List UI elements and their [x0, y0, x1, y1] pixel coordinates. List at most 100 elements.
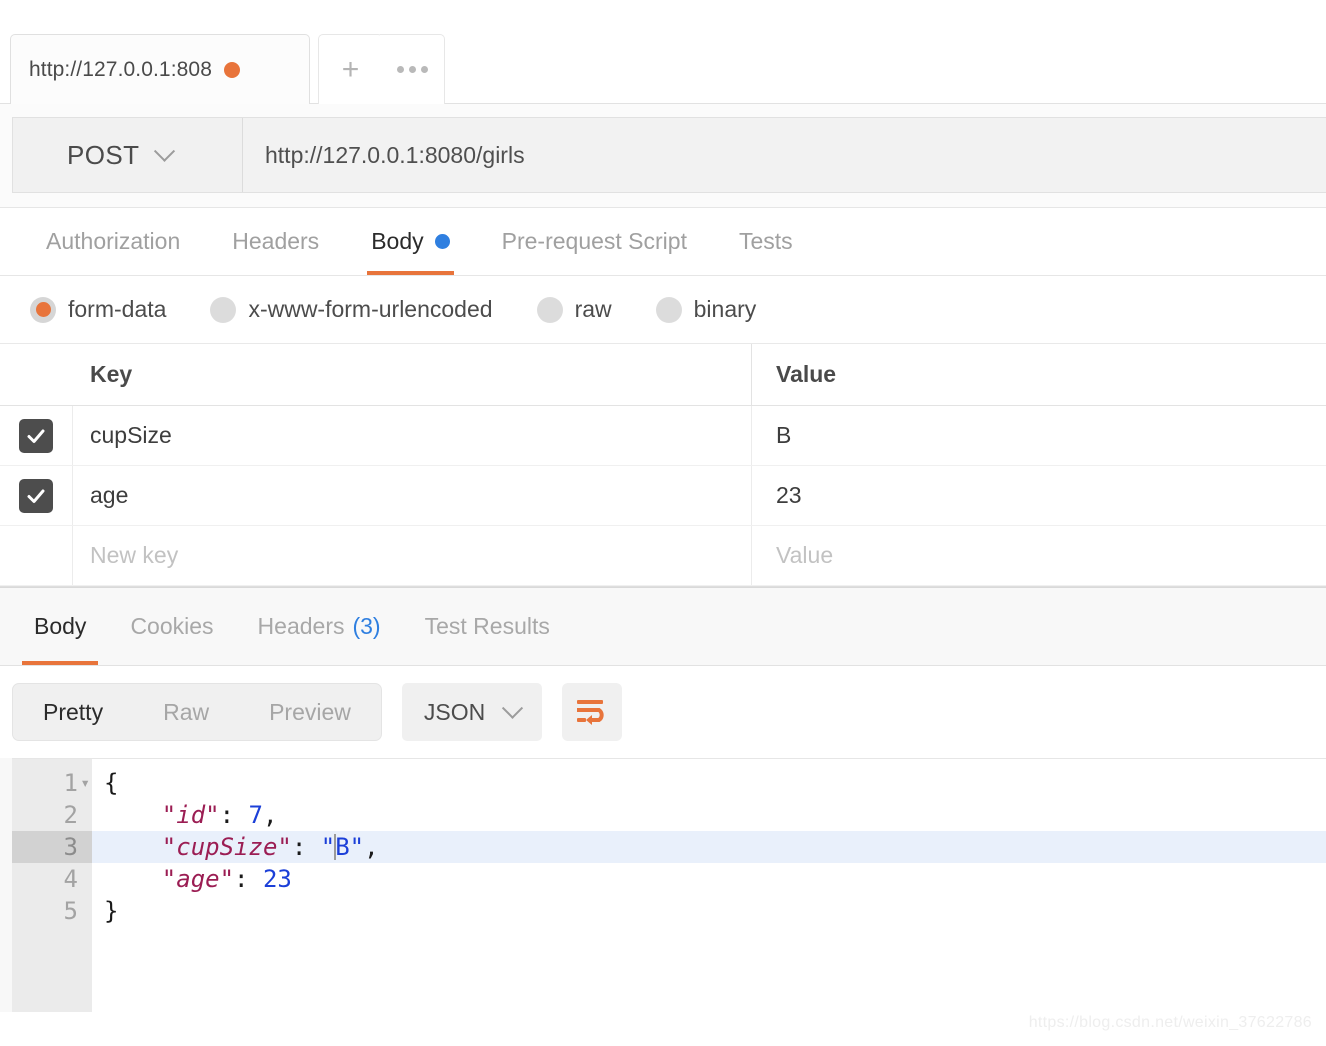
- ellipsis-icon: [396, 66, 428, 73]
- response-format-label: JSON: [423, 698, 486, 725]
- response-tab-body-label: Body: [34, 613, 87, 639]
- line-number: 5: [12, 895, 92, 927]
- line-number-text: 1: [63, 769, 78, 797]
- tab-body[interactable]: Body: [345, 208, 475, 275]
- code-token: :: [219, 801, 249, 829]
- url-bar: POST http://127.0.0.1:8080/girls: [12, 117, 1326, 193]
- code-token: ,: [262, 801, 278, 829]
- response-tab-test-results-label: Test Results: [424, 613, 550, 639]
- radio-raw-label: raw: [574, 296, 612, 322]
- url-input[interactable]: http://127.0.0.1:8080/girls: [243, 118, 1326, 192]
- tab-tests[interactable]: Tests: [713, 208, 819, 275]
- new-value-input[interactable]: Value: [752, 526, 1326, 585]
- table-header-row: Key Value: [0, 344, 1326, 406]
- response-tab-cookies[interactable]: Cookies: [108, 588, 235, 665]
- code-token: :: [291, 833, 321, 861]
- code-line: "age": 23: [92, 863, 1326, 895]
- response-format-dropdown[interactable]: JSON: [401, 683, 543, 741]
- code-line: "id": 7,: [92, 799, 1326, 831]
- row-value-input[interactable]: 23: [752, 466, 1326, 525]
- new-tab-button[interactable]: +: [318, 34, 383, 104]
- row-checkbox-checked[interactable]: [19, 418, 53, 453]
- view-mode-segmented-control: Pretty Raw Preview: [12, 683, 382, 741]
- row-checkbox-checked[interactable]: [19, 478, 53, 513]
- radio-x-www-form-urlencoded[interactable]: x-www-form-urlencoded: [210, 296, 493, 323]
- radio-x-www-form-urlencoded-icon: [210, 296, 237, 323]
- chevron-down-icon: [502, 697, 524, 719]
- radio-form-data-icon: [30, 296, 56, 323]
- code-token: :: [234, 865, 263, 893]
- response-headers-count: (3): [352, 613, 381, 639]
- chevron-down-icon: [154, 140, 176, 162]
- code-line: {: [92, 767, 1326, 799]
- new-value-placeholder: Value: [776, 542, 834, 568]
- radio-raw[interactable]: raw: [536, 296, 612, 323]
- radio-binary[interactable]: binary: [655, 296, 757, 323]
- editor-code-area[interactable]: { "id": 7, "cupSize": "B", "age": 23 }: [92, 759, 1326, 1012]
- table-new-row[interactable]: New key Value: [0, 526, 1326, 586]
- response-tab-test-results[interactable]: Test Results: [403, 588, 572, 665]
- code-token: {: [104, 769, 119, 797]
- row-key-input[interactable]: age: [73, 466, 752, 525]
- new-key-input[interactable]: New key: [73, 526, 752, 585]
- code-token: "id": [104, 801, 220, 829]
- view-mode-preview-label: Preview: [269, 698, 351, 725]
- tab-headers[interactable]: Headers: [206, 208, 345, 275]
- radio-binary-icon: [655, 296, 682, 323]
- line-number: 2: [12, 799, 92, 831]
- request-tab-label: http://127.0.0.1:808: [29, 57, 212, 81]
- http-method-dropdown[interactable]: POST: [13, 118, 243, 192]
- tab-pre-request-script[interactable]: Pre-request Script: [476, 208, 713, 275]
- row-value-text: 23: [776, 482, 802, 508]
- word-wrap-button[interactable]: [562, 683, 623, 741]
- form-data-table: Key Value cupSize B age 23 New key Value: [0, 344, 1326, 587]
- row-key-text: cupSize: [90, 422, 172, 448]
- line-number-text: 5: [63, 897, 78, 925]
- tab-body-label: Body: [371, 228, 424, 254]
- row-value-input[interactable]: B: [752, 406, 1326, 465]
- editor-line-numbers: 1 ▾ 2 3 4 5: [12, 759, 92, 1012]
- tab-tests-label: Tests: [738, 228, 793, 254]
- new-key-placeholder: New key: [90, 542, 179, 568]
- table-row[interactable]: cupSize B: [0, 406, 1326, 466]
- response-tab-body[interactable]: Body: [12, 588, 108, 665]
- row-checkbox-cell: [0, 466, 73, 525]
- radio-form-data[interactable]: form-data: [30, 296, 166, 323]
- code-token: }: [104, 897, 119, 925]
- response-tab-headers[interactable]: Headers (3): [236, 588, 403, 665]
- view-mode-raw[interactable]: Raw: [133, 684, 239, 740]
- body-modified-dot-icon: [434, 234, 450, 249]
- radio-form-data-label: form-data: [68, 296, 167, 322]
- body-type-radio-group: form-data x-www-form-urlencoded raw bina…: [0, 276, 1326, 344]
- code-token: 23: [262, 865, 292, 893]
- new-row-checkbox-cell: [0, 526, 73, 585]
- line-number-current: 3: [12, 831, 92, 863]
- response-body-editor[interactable]: 1 ▾ 2 3 4 5 { "id": 7, "cupSize": "B", "…: [12, 758, 1326, 1012]
- row-key-text: age: [90, 482, 129, 508]
- view-mode-pretty[interactable]: Pretty: [13, 684, 133, 740]
- tab-authorization-label: Authorization: [46, 228, 181, 254]
- header-value: Value: [776, 361, 837, 387]
- code-token: B": [335, 833, 365, 861]
- url-bar-container: POST http://127.0.0.1:8080/girls: [0, 104, 1326, 208]
- view-mode-raw-label: Raw: [163, 698, 210, 725]
- code-line-current: "cupSize": "B",: [92, 831, 1326, 863]
- view-mode-preview[interactable]: Preview: [239, 684, 381, 740]
- tab-options-button[interactable]: [380, 34, 445, 104]
- tab-authorization[interactable]: Authorization: [20, 208, 206, 275]
- code-token: "age": [104, 865, 235, 893]
- unsaved-changes-dot-icon: [223, 61, 240, 78]
- tab-pre-request-script-label: Pre-request Script: [501, 228, 687, 254]
- code-token: "cupSize": [104, 833, 292, 861]
- request-tabs: Authorization Headers Body Pre-request S…: [0, 208, 1326, 276]
- response-tab-cookies-label: Cookies: [130, 613, 214, 639]
- code-fold-icon[interactable]: ▾: [80, 767, 90, 799]
- radio-binary-label: binary: [693, 296, 757, 322]
- view-mode-pretty-label: Pretty: [43, 698, 104, 725]
- table-row[interactable]: age 23: [0, 466, 1326, 526]
- request-tab[interactable]: http://127.0.0.1:808: [10, 34, 310, 104]
- line-number: 4: [12, 863, 92, 895]
- row-key-input[interactable]: cupSize: [73, 406, 752, 465]
- row-checkbox-cell: [0, 406, 73, 465]
- header-key: Key: [73, 344, 752, 405]
